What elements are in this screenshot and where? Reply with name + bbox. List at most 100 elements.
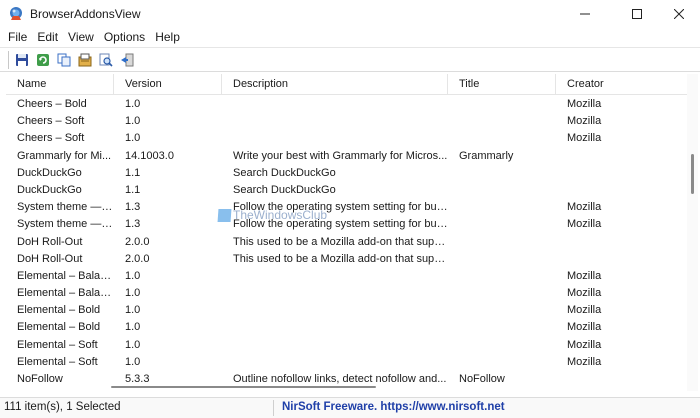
column-header-description[interactable]: Description [222,74,448,95]
cell-name: Elemental – Balanc... [17,269,114,282]
close-button[interactable] [656,0,700,28]
list-rows: Cheers – Bold 1.0 Mozilla Cheers – Soft 1.0 M… [6,96,688,388]
vertical-scrollbar[interactable] [687,74,698,391]
find-button[interactable] [96,50,115,69]
copy-icon [57,53,70,66]
column-header-version[interactable]: Version [114,74,222,95]
cell-creator [556,251,688,268]
cell-title [448,285,556,302]
table-row[interactable]: DoH Roll-Out 2.0.0 This used to be a Mozil… [6,234,688,251]
cell-title [448,182,556,199]
cell-title: Grammarly [459,149,514,162]
cell-description [222,319,448,336]
cell-title [448,251,556,268]
toolbar [0,47,700,72]
table-row[interactable]: System theme — a... 1.3 Follow the operati… [6,199,688,216]
cell-description [222,302,448,319]
minimize-button[interactable] [562,0,608,28]
cell-title [448,165,556,182]
exit-button[interactable] [117,50,136,69]
cell-name: Cheers – Soft [17,115,85,128]
cell-title [448,354,556,371]
table-row[interactable]: Elemental – Balanc... 1.0 Mozilla [6,268,688,285]
cell-title [448,319,556,336]
cell-version: 2.0.0 [125,235,150,248]
find-icon [99,53,113,67]
cell-creator: Mozilla [567,132,602,145]
vertical-scroll-thumb[interactable] [691,154,694,194]
table-row[interactable]: Elemental – Bold 1.0 Mozilla [6,319,688,336]
cell-version: 1.0 [125,355,141,368]
cell-version: 1.1 [125,166,141,179]
cell-creator: Mozilla [567,269,602,282]
column-header-creator[interactable]: Creator [556,74,688,95]
window-title: BrowserAddonsView [30,7,141,21]
menu-help[interactable]: Help [150,28,185,47]
exit-icon [120,53,133,66]
copy-button[interactable] [54,50,73,69]
save-button[interactable] [12,50,31,69]
column-header-name[interactable]: Name [6,74,114,95]
cell-version: 1.3 [125,201,141,214]
horizontal-scroll-thumb[interactable] [111,386,376,388]
cell-name: System theme — a... [17,218,114,231]
title-bar: BrowserAddonsView [0,0,700,28]
column-header-title[interactable]: Title [448,74,556,95]
table-row[interactable]: DuckDuckGo 1.1 Search DuckDuckGo [6,182,688,199]
cell-version: 14.1003.0 [125,149,174,162]
addons-list[interactable]: Name Version Description Title Creator C… [6,74,688,391]
cell-version: 1.0 [125,321,141,334]
cell-description [222,337,448,354]
horizontal-scrollbar[interactable] [6,383,688,391]
cell-title [448,96,556,113]
cell-title [448,268,556,285]
menu-view[interactable]: View [63,28,99,47]
cell-creator [556,148,688,165]
cell-description: Search DuckDuckGo [233,166,336,179]
table-row[interactable]: Elemental – Bold 1.0 Mozilla [6,302,688,319]
cell-creator: Mozilla [567,338,602,351]
cell-description [222,268,448,285]
table-row[interactable]: Elemental – Soft 1.0 Mozilla [6,337,688,354]
table-row[interactable]: Cheers – Soft 1.0 Mozilla [6,113,688,130]
table-row[interactable]: System theme — a... 1.3 Follow the operati… [6,216,688,233]
cell-description [222,354,448,371]
cell-version: 1.1 [125,183,141,196]
properties-button[interactable] [75,50,94,69]
menu-edit[interactable]: Edit [32,28,63,47]
cell-creator: Mozilla [567,115,602,128]
cell-version: 1.3 [125,218,141,231]
table-row[interactable]: Cheers – Bold 1.0 Mozilla [6,96,688,113]
cell-name: Elemental – Soft [17,355,98,368]
save-icon [15,53,28,66]
menu-options[interactable]: Options [99,28,150,47]
cell-name: Cheers – Soft [17,132,85,145]
cell-name: System theme — a... [17,201,114,214]
cell-creator: Mozilla [567,355,602,368]
cell-title [448,113,556,130]
maximize-button[interactable] [614,0,660,28]
cell-description: This used to be a Mozilla add-on that su… [233,235,448,248]
cell-name: Elemental – Balanc... [17,287,114,300]
cell-version: 1.0 [125,338,141,351]
cell-creator [556,234,688,251]
nirsoft-link[interactable]: NirSoft Freeware. https://www.nirsoft.ne… [282,401,505,413]
table-row[interactable]: Grammarly for Mi... 14.1003.0 Write your b… [6,148,688,165]
menu-file[interactable]: File [3,28,32,47]
table-row[interactable]: DoH Roll-Out 2.0.0 This used to be a Mozil… [6,251,688,268]
table-row[interactable]: Elemental – Soft 1.0 Mozilla [6,354,688,371]
table-row[interactable]: Cheers – Soft 1.0 Mozilla [6,130,688,147]
cell-creator: Mozilla [567,287,602,300]
cell-description: Search DuckDuckGo [233,183,336,196]
cell-title [448,302,556,319]
table-row[interactable]: Elemental – Balanc... 1.0 Mozilla [6,285,688,302]
status-item-count: 111 item(s), 1 Selected [4,401,121,413]
windows-logo-icon [217,208,232,222]
refresh-button[interactable] [33,50,52,69]
cell-creator: Mozilla [567,218,602,231]
cell-description [222,130,448,147]
cell-name: Grammarly for Mi... [17,149,112,162]
cell-description: Write your best with Grammarly for Micro… [233,149,448,162]
watermark-text: TheWindowsClub [233,208,328,222]
table-row[interactable]: DuckDuckGo 1.1 Search DuckDuckGo [6,165,688,182]
